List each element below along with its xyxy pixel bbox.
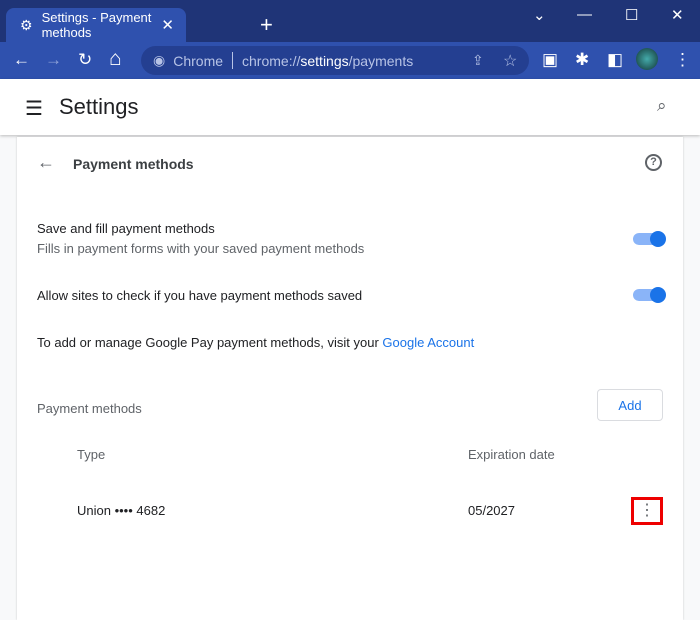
help-icon[interactable]: ? bbox=[645, 154, 662, 171]
payment-methods-card: ← Payment methods ? Save and fill paymen… bbox=[17, 137, 683, 620]
allow-check-toggle[interactable] bbox=[633, 287, 666, 303]
star-icon[interactable]: ☆ bbox=[503, 51, 517, 71]
column-type: Type bbox=[77, 447, 106, 462]
save-fill-toggle[interactable] bbox=[633, 231, 666, 247]
back-button[interactable]: ← bbox=[13, 50, 30, 70]
share-icon[interactable]: ⇪ bbox=[472, 52, 484, 69]
address-bar[interactable]: ◉ Chrome chrome://settings/payments ⇪ ☆ bbox=[141, 46, 529, 75]
url-path: /payments bbox=[348, 52, 414, 69]
close-window-button[interactable]: ✕ bbox=[671, 6, 684, 24]
page-title: Settings bbox=[59, 94, 139, 119]
title-bar: ⚙ Settings - Payment methods ✕ + ⌄ — ☐ ✕ bbox=[0, 0, 700, 42]
url-host: settings bbox=[300, 52, 349, 69]
hamburger-menu-icon[interactable]: ☰ bbox=[25, 96, 43, 121]
puzzle-icon[interactable]: ✱ bbox=[575, 50, 589, 70]
gear-icon: ⚙ bbox=[20, 16, 33, 33]
google-account-link[interactable]: Google Account bbox=[382, 335, 474, 350]
card-expiration: 05/2027 bbox=[468, 503, 515, 518]
tab-settings[interactable]: ⚙ Settings - Payment methods ✕ bbox=[6, 8, 186, 42]
reload-button[interactable]: ↻ bbox=[78, 50, 92, 70]
site-label: Chrome bbox=[173, 52, 224, 69]
side-panel-icon[interactable]: ◧ bbox=[607, 50, 623, 70]
more-actions-button[interactable]: ⋮ bbox=[631, 497, 663, 525]
save-fill-label: Save and fill payment methods bbox=[37, 221, 215, 236]
more-vert-icon: ⋮ bbox=[639, 502, 655, 519]
add-button[interactable]: Add bbox=[597, 389, 663, 421]
home-button[interactable]: ⌂ bbox=[109, 47, 122, 71]
section-title: Payment methods bbox=[73, 156, 194, 172]
payment-methods-heading: Payment methods bbox=[37, 401, 142, 416]
forward-button[interactable]: → bbox=[45, 50, 62, 70]
chrome-icon: ◉ bbox=[153, 52, 166, 68]
settings-header: ☰ Settings ⌕ bbox=[0, 79, 700, 135]
allow-check-label: Allow sites to check if you have payment… bbox=[37, 288, 363, 303]
search-icon[interactable]: ⌕ bbox=[657, 96, 667, 116]
chrome-menu-icon[interactable]: ⋮ bbox=[674, 50, 691, 70]
maximize-button[interactable]: ☐ bbox=[625, 6, 638, 24]
card-type: Union •••• 4682 bbox=[77, 503, 166, 518]
back-arrow-icon[interactable]: ← bbox=[37, 152, 55, 173]
column-expiration: Expiration date bbox=[468, 447, 555, 462]
tab-close-icon[interactable]: ✕ bbox=[161, 16, 174, 34]
tab-search-icon[interactable]: ⌄ bbox=[533, 6, 546, 24]
minimize-button[interactable]: — bbox=[577, 6, 592, 23]
save-fill-desc: Fills in payment forms with your saved p… bbox=[37, 241, 365, 256]
avatar[interactable] bbox=[636, 48, 658, 70]
gpay-text: To add or manage Google Pay payment meth… bbox=[37, 335, 475, 350]
url-prefix: chrome:// bbox=[242, 52, 301, 69]
extension-icon[interactable]: ▣ bbox=[542, 50, 558, 70]
new-tab-button[interactable]: + bbox=[260, 12, 273, 38]
browser-toolbar: ← → ↻ ⌂ ◉ Chrome chrome://settings/payme… bbox=[0, 42, 700, 79]
